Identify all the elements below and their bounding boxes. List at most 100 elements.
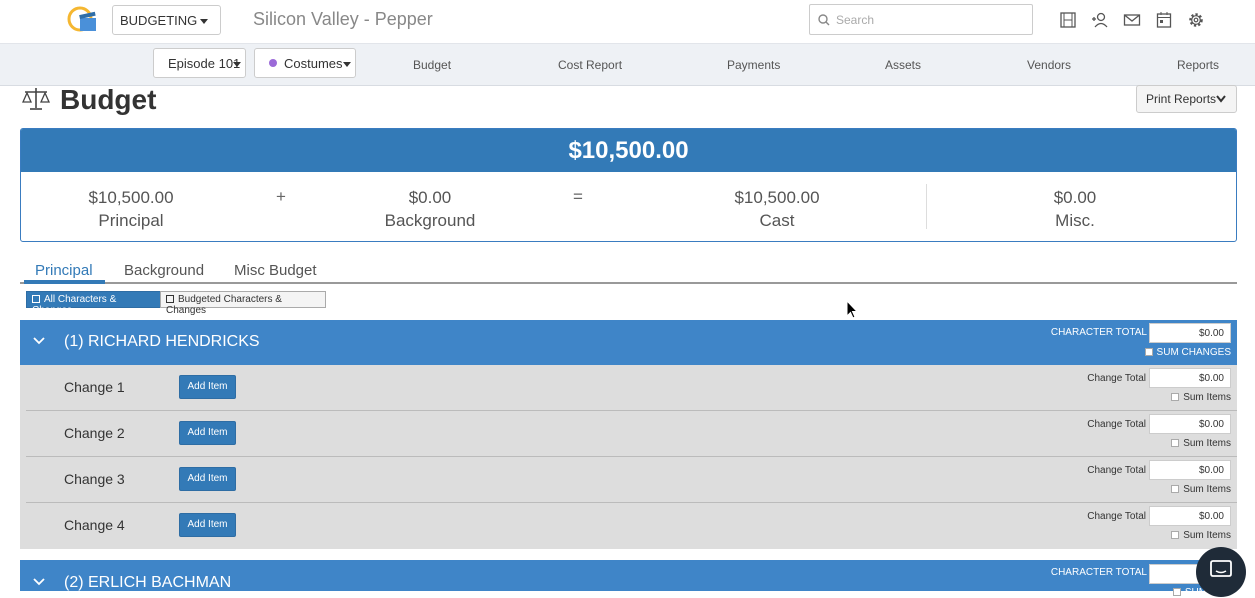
sum-changes-label: SUM CHANGES (1156, 347, 1231, 358)
add-item-button[interactable]: Add Item (179, 513, 236, 537)
checkbox-icon[interactable] (1144, 348, 1153, 356)
nav-assets[interactable]: Assets (885, 58, 921, 72)
checkbox-icon[interactable] (1171, 393, 1180, 401)
project-title: Silicon Valley - Pepper (253, 9, 433, 29)
filter-budgeted-label: Budgeted Characters & Changes (166, 294, 282, 316)
character-total-label: CHARACTER TOTAL (1050, 327, 1147, 338)
episode-dropdown[interactable]: Episode 101 (153, 48, 246, 78)
checkbox-empty-icon (166, 295, 174, 303)
episode-label: Episode 101 (168, 56, 241, 71)
misc-value: $0.00 (1053, 188, 1097, 207)
change-total-input[interactable]: $0.00 (1149, 506, 1231, 526)
change-name: Change 2 (64, 425, 125, 441)
chevron-down-icon (200, 19, 208, 24)
sum-items-label: Sum Items (1183, 530, 1231, 541)
checkbox-checked-icon (32, 295, 40, 303)
nav-budget[interactable]: Budget (413, 58, 451, 72)
change-name: Change 4 (64, 517, 125, 533)
gear-icon[interactable] (1187, 11, 1205, 29)
background-label: Background (384, 211, 476, 230)
character-name: (2) ERLICH BACHMAN (64, 574, 232, 591)
character-header[interactable]: (1) RICHARD HENDRICKS CHARACTER TOTAL $0… (20, 320, 1237, 365)
add-item-button[interactable]: Add Item (179, 421, 236, 445)
change-total-label: Change Total (1087, 511, 1146, 522)
principal-label: Principal (98, 211, 164, 230)
character-name: (1) RICHARD HENDRICKS (64, 333, 260, 350)
tab-misc-budget[interactable]: Misc Budget (234, 262, 317, 279)
active-tab-indicator (24, 280, 105, 284)
print-reports-button[interactable]: Print Reports (1136, 85, 1237, 113)
sum-items-label: Sum Items (1183, 438, 1231, 449)
sum-changes-checkbox[interactable]: SUM CHANGES (1144, 347, 1231, 358)
checkbox-icon[interactable] (1171, 485, 1180, 493)
change-name: Change 3 (64, 471, 125, 487)
calendar-icon[interactable] (1155, 11, 1173, 29)
checkbox-icon[interactable] (1171, 439, 1180, 447)
app-logo-icon[interactable] (66, 5, 98, 35)
chevron-down-icon (1216, 95, 1226, 103)
page-title: Budget (60, 84, 157, 115)
chevron-down-icon[interactable] (33, 337, 45, 345)
cast-value: $10,500.00 (734, 188, 820, 207)
nav-cost-report[interactable]: Cost Report (558, 58, 622, 72)
module-label: BUDGETING (120, 13, 198, 28)
nav-vendors[interactable]: Vendors (1027, 58, 1071, 72)
checkbox-icon[interactable] (1171, 531, 1180, 539)
sum-items-checkbox[interactable]: Sum Items (1171, 438, 1231, 449)
equals-sign: = (573, 187, 583, 206)
change-total-label: Change Total (1087, 373, 1146, 384)
change-row: Change 4 Add Item Change Total $0.00 Sum… (20, 503, 1237, 549)
change-total-input[interactable]: $0.00 (1149, 460, 1231, 480)
sum-items-checkbox[interactable]: Sum Items (1171, 530, 1231, 541)
chat-launcher-button[interactable] (1196, 547, 1246, 597)
department-dropdown[interactable]: Costumes (254, 48, 356, 78)
filter-all-label: All Characters & Changes (32, 294, 117, 316)
nav-reports[interactable]: Reports (1177, 58, 1219, 72)
tab-principal[interactable]: Principal (35, 262, 93, 279)
chevron-down-icon (343, 62, 351, 67)
department-label: Costumes (284, 56, 343, 71)
plus-sign: + (276, 187, 286, 206)
filter-budgeted-characters[interactable]: Budgeted Characters & Changes (160, 291, 326, 316)
change-total-input[interactable]: $0.00 (1149, 368, 1231, 388)
tab-background[interactable]: Background (124, 262, 204, 279)
film-icon[interactable] (1059, 11, 1077, 29)
change-row: Change 2 Add Item Change Total $0.00 Sum… (20, 411, 1237, 457)
character-header[interactable]: (2) ERLICH BACHMAN CHARACTER TOTAL $2,0 … (20, 560, 1237, 598)
add-user-icon[interactable] (1091, 11, 1109, 29)
change-total-input[interactable]: $0.00 (1149, 414, 1231, 434)
summary-misc: $0.00 Misc. (965, 186, 1185, 232)
chevron-down-icon (233, 62, 241, 67)
sum-items-label: Sum Items (1183, 484, 1231, 495)
sum-items-checkbox[interactable]: Sum Items (1171, 484, 1231, 495)
misc-label: Misc. (1055, 211, 1095, 230)
search-icon (818, 14, 830, 26)
change-name: Change 1 (64, 379, 125, 395)
change-row: Change 3 Add Item Change Total $0.00 Sum… (20, 457, 1237, 503)
background-value: $0.00 (408, 188, 452, 207)
sum-items-checkbox[interactable]: Sum Items (1171, 392, 1231, 403)
department-color-dot (269, 59, 277, 67)
chevron-down-icon[interactable] (33, 578, 45, 586)
mouse-cursor-icon (846, 300, 858, 319)
add-item-button[interactable]: Add Item (179, 375, 236, 399)
cast-label: Cast (759, 211, 795, 230)
filter-all-characters[interactable]: All Characters & Changes (26, 291, 161, 316)
print-reports-label: Print Reports (1146, 92, 1217, 106)
scale-icon (22, 88, 50, 110)
character-total-label: CHARACTER TOTAL (1050, 567, 1147, 578)
summary-total: $10,500.00 (21, 129, 1236, 172)
mail-icon[interactable] (1123, 11, 1141, 29)
summary-divider (926, 184, 927, 229)
search-box[interactable] (809, 4, 1033, 35)
character-total-input[interactable]: $0.00 (1149, 323, 1231, 343)
search-input[interactable] (836, 11, 1026, 29)
change-row: Change 1 Add Item Change Total $0.00 Sum… (20, 365, 1237, 411)
add-item-button[interactable]: Add Item (179, 467, 236, 491)
sub-nav: Episode 101 Costumes Budget Cost Report … (0, 43, 1255, 86)
checkbox-icon[interactable] (1172, 588, 1181, 596)
module-dropdown[interactable]: BUDGETING (112, 5, 221, 35)
nav-payments[interactable]: Payments (727, 58, 780, 72)
top-bar: BUDGETING Silicon Valley - Pepper (0, 0, 1255, 43)
summary-principal: $10,500.00 Principal (21, 186, 241, 232)
